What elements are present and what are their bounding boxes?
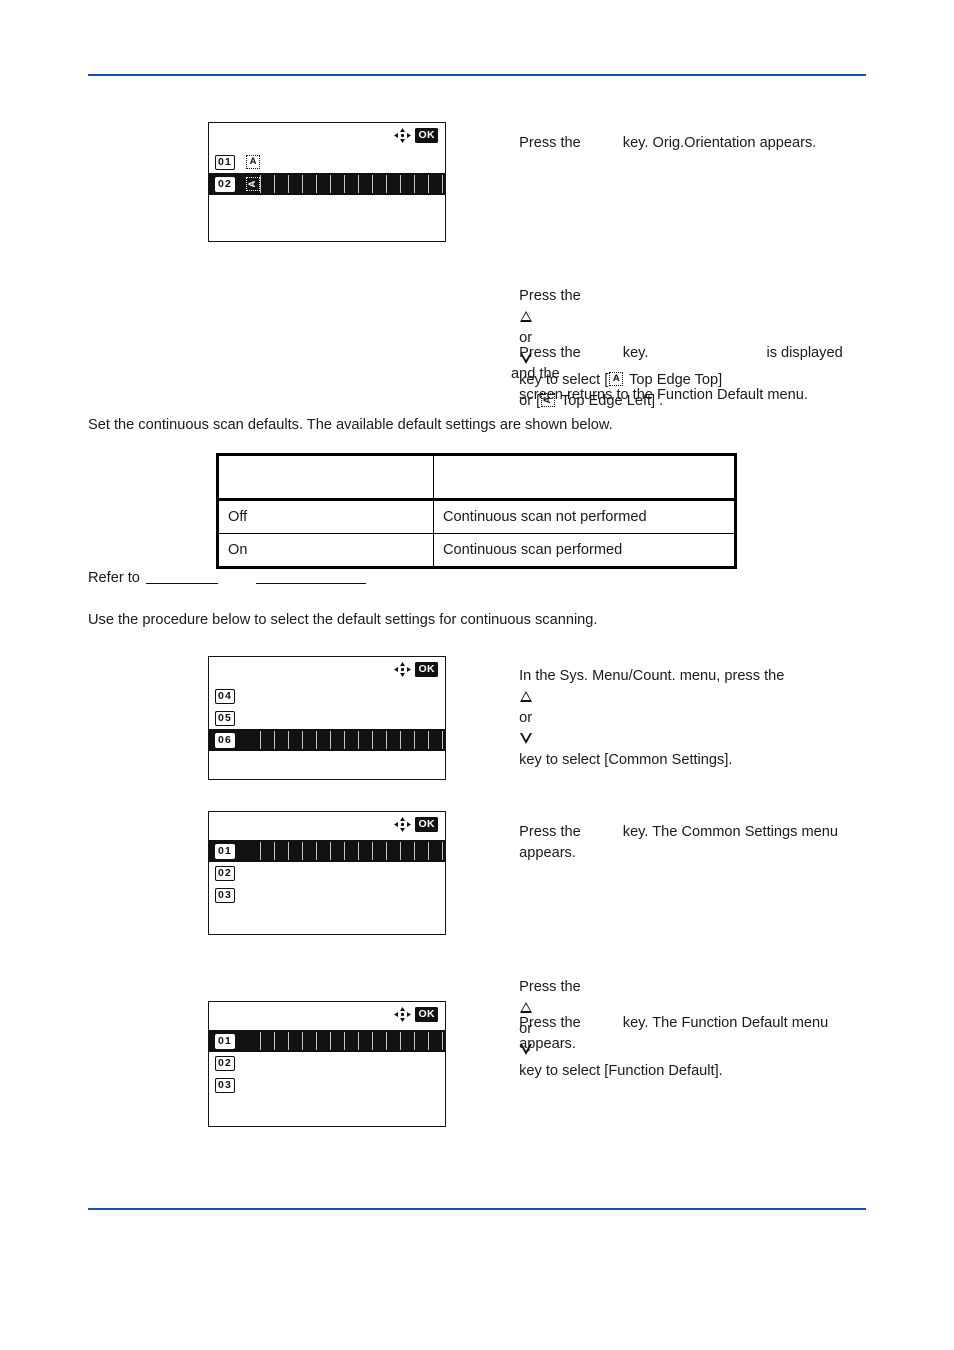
ok-key-icon: OK — [415, 1007, 438, 1022]
four-way-arrow-icon — [394, 662, 412, 677]
lcd-row[interactable]: 01 A — [209, 151, 445, 173]
step-common-settings-press-text: Press the key. The Common Settings menu a… — [511, 801, 871, 864]
or-label: or — [519, 710, 533, 726]
step-common-settings-select-text: In the Sys. Menu/Count. menu, press the … — [511, 645, 871, 771]
table-header-cell-description — [433, 453, 737, 501]
top-edge-left-icon: A — [246, 177, 261, 191]
arrow-up-icon — [520, 310, 533, 322]
table-cell-description: Continuous scan not performed — [433, 499, 737, 534]
ok-key-icon: OK — [415, 817, 438, 832]
table-row: Off Continuous scan not performed — [216, 499, 737, 534]
refer-link-blank-2[interactable] — [255, 570, 366, 584]
step-orientation-confirm-text: Press the key. is displayed and the screen… — [511, 322, 871, 406]
continuous-scan-settings-table: Off Continuous scan not performed On Con… — [216, 453, 737, 569]
arrow-up-icon — [520, 690, 533, 702]
lcd-row[interactable]: 05 — [209, 707, 445, 729]
lcd-row[interactable]: 01 — [209, 1030, 445, 1052]
press-the-label: Press the — [519, 135, 581, 151]
select-common-settings-label: key to select [Common Settings]. — [519, 752, 733, 768]
table-cell-setting: Off — [216, 499, 434, 534]
lcd-row[interactable]: 02 — [209, 862, 445, 884]
lcd-row-list: 01 02 03 — [209, 1030, 445, 1096]
lcd-row-list: 01 A 02 A — [209, 151, 445, 195]
lcd-orig-orientation-screen: OK 01 A 02 A — [208, 122, 446, 242]
lcd-row[interactable]: 03 — [209, 884, 445, 906]
table-header-row — [216, 453, 737, 501]
row-number: 02 — [215, 1055, 236, 1071]
arrow-down-icon — [520, 732, 533, 744]
row-icon-slot: A — [245, 155, 262, 169]
appears-label: appears. — [519, 845, 576, 861]
appears-label: appears. — [519, 1036, 576, 1052]
step-function-default-press-text: Press the key. The Function Default menu … — [511, 992, 871, 1055]
confirm-line2-label: screen returns to the Function Default m… — [519, 387, 808, 403]
four-way-arrow-icon — [394, 817, 412, 832]
press-the-label: Press the — [519, 824, 581, 840]
lcd-common-settings-screen: OK 01 02 03 — [208, 811, 446, 935]
refer-to-line: Refer to — [88, 570, 366, 586]
select-pre-label: Press the — [519, 288, 581, 304]
press-the-suffix: key. Orig.Orientation appears. — [622, 135, 817, 151]
lcd-row[interactable]: 06 — [209, 729, 445, 751]
sys-menu-label: In the Sys. Menu/Count. menu, press the — [519, 668, 785, 684]
ok-key-icon: OK — [415, 128, 438, 143]
table-cell-setting: On — [216, 533, 434, 569]
press-suffix-label: key. The Function Default menu — [622, 1015, 829, 1031]
refer-link-blank-1[interactable] — [145, 570, 218, 584]
ok-key-icon: OK — [415, 662, 438, 677]
lcd-row[interactable]: 03 — [209, 1074, 445, 1096]
step-orientation-press-text: Press the key. Orig.Orientation appears. — [511, 112, 871, 154]
row-number: 03 — [215, 887, 236, 903]
row-number: 02 — [215, 176, 236, 192]
four-way-arrow-icon — [394, 1007, 412, 1022]
lcd-row-list: 04 05 06 — [209, 685, 445, 751]
row-icon-slot: A — [245, 177, 262, 191]
row-number: 06 — [215, 732, 236, 748]
confirm-pre-label: Press the — [519, 345, 581, 361]
lcd-function-default-screen: OK 01 02 03 — [208, 1001, 446, 1127]
four-way-arrow-icon — [394, 128, 412, 143]
press-the-label: Press the — [519, 1015, 581, 1031]
lcd-row[interactable]: 02 A — [209, 173, 445, 195]
row-number: 01 — [215, 843, 236, 859]
header-rule — [88, 74, 866, 76]
table-header-cell-setting — [216, 453, 434, 501]
select-function-default-label: key to select [Function Default]. — [519, 1063, 723, 1079]
table-cell-description: Continuous scan performed — [433, 533, 737, 569]
row-number: 05 — [215, 710, 236, 726]
procedure-paragraph: Use the procedure below to select the de… — [88, 612, 598, 628]
lcd-status-row: OK — [394, 662, 438, 677]
row-number: 01 — [215, 154, 236, 170]
lcd-status-row: OK — [394, 1007, 438, 1022]
lcd-status-row: OK — [394, 817, 438, 832]
row-number: 02 — [215, 865, 236, 881]
intro-paragraph: Set the continuous scan defaults. The av… — [88, 417, 613, 433]
press-suffix-label: key. The Common Settings menu — [622, 824, 838, 840]
row-number: 04 — [215, 688, 236, 704]
top-edge-top-icon: A — [246, 155, 261, 169]
footer-rule — [88, 1208, 866, 1210]
lcd-row-list: 01 02 03 — [209, 840, 445, 906]
lcd-sys-menu-count-screen: OK 04 05 06 — [208, 656, 446, 780]
refer-to-label: Refer to — [88, 570, 140, 586]
lcd-row[interactable]: 04 — [209, 685, 445, 707]
lcd-row[interactable]: 02 — [209, 1052, 445, 1074]
table-row: On Continuous scan performed — [216, 533, 737, 569]
confirm-mid-label: key. — [622, 345, 649, 361]
lcd-status-row: OK — [394, 128, 438, 143]
row-number: 01 — [215, 1033, 236, 1049]
row-number: 03 — [215, 1077, 236, 1093]
lcd-row[interactable]: 01 — [209, 840, 445, 862]
